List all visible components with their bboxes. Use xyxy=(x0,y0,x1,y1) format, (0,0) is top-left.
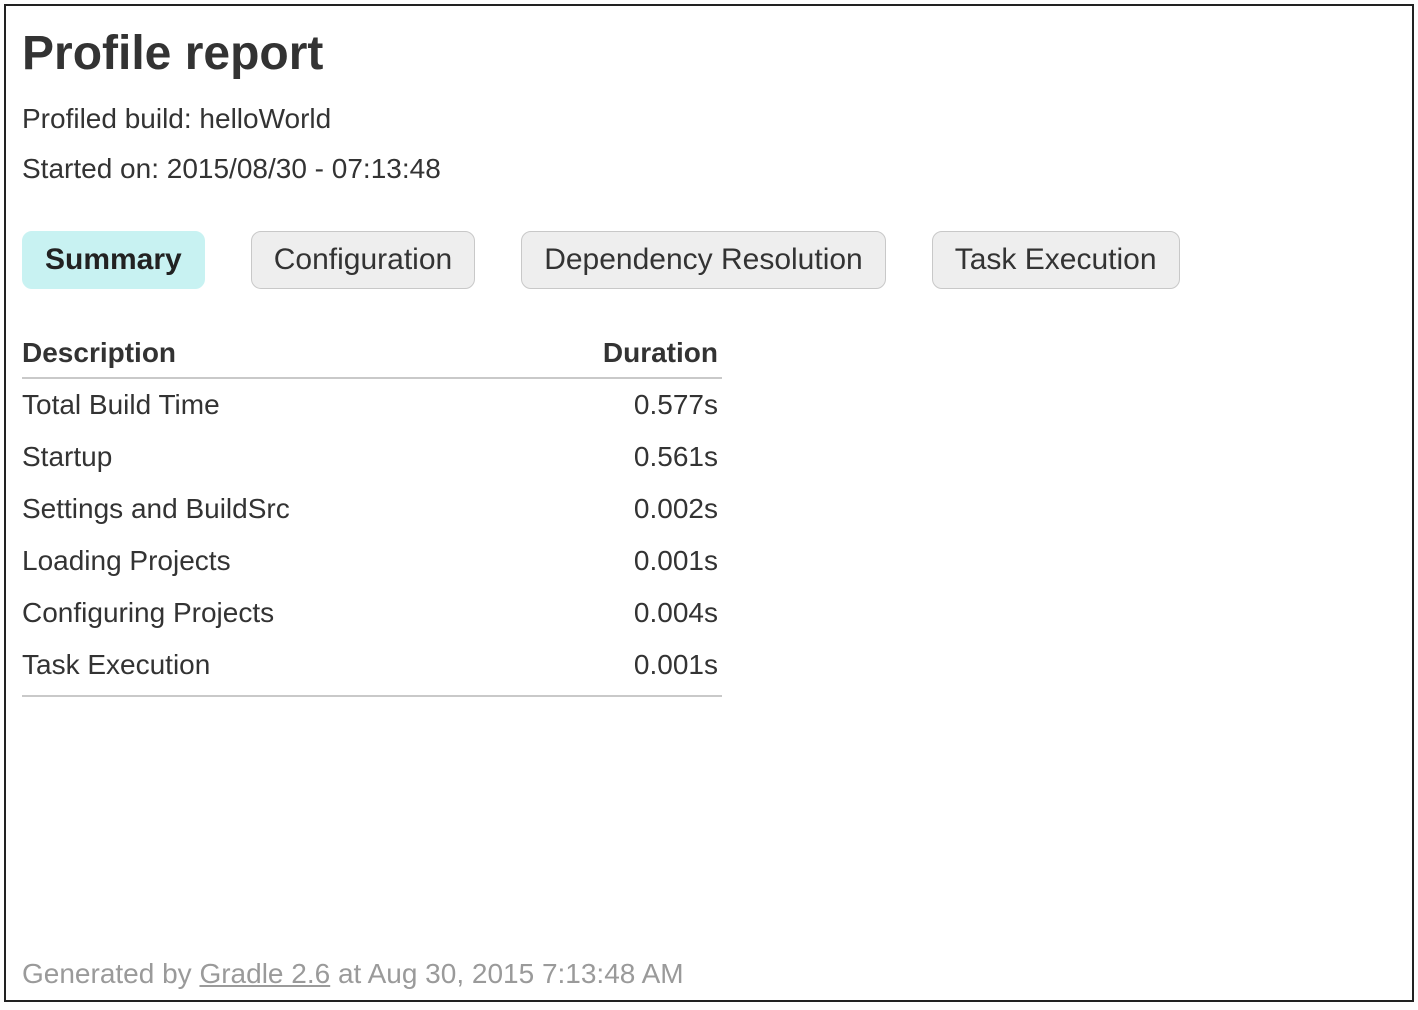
tab-task-execution[interactable]: Task Execution xyxy=(932,231,1180,289)
report-frame: Profile report Profiled build: helloWorl… xyxy=(4,4,1414,1002)
table-row: Configuring Projects 0.004s xyxy=(22,587,722,639)
table-row: Startup 0.561s xyxy=(22,431,722,483)
page-title: Profile report xyxy=(22,26,1396,81)
table-row: Task Execution 0.001s xyxy=(22,639,722,696)
cell-description: Loading Projects xyxy=(22,535,509,587)
cell-duration: 0.577s xyxy=(509,378,722,431)
col-header-description: Description xyxy=(22,331,509,378)
tab-dependency-resolution[interactable]: Dependency Resolution xyxy=(521,231,886,289)
tab-configuration[interactable]: Configuration xyxy=(251,231,475,289)
cell-duration: 0.002s xyxy=(509,483,722,535)
footer-suffix: at Aug 30, 2015 7:13:48 AM xyxy=(330,958,683,989)
tab-bar: Summary Configuration Dependency Resolut… xyxy=(22,231,1396,289)
tab-summary[interactable]: Summary xyxy=(22,231,205,289)
footer-gradle-link[interactable]: Gradle 2.6 xyxy=(199,958,330,989)
cell-description: Startup xyxy=(22,431,509,483)
col-header-duration: Duration xyxy=(509,331,722,378)
table-row: Loading Projects 0.001s xyxy=(22,535,722,587)
cell-description: Task Execution xyxy=(22,639,509,696)
cell-duration: 0.001s xyxy=(509,639,722,696)
cell-description: Settings and BuildSrc xyxy=(22,483,509,535)
started-on-line: Started on: 2015/08/30 - 07:13:48 xyxy=(22,153,1396,185)
cell-duration: 0.561s xyxy=(509,431,722,483)
table-row: Settings and BuildSrc 0.002s xyxy=(22,483,722,535)
table-row: Total Build Time 0.577s xyxy=(22,378,722,431)
cell-description: Configuring Projects xyxy=(22,587,509,639)
footer: Generated by Gradle 2.6 at Aug 30, 2015 … xyxy=(22,958,684,990)
cell-duration: 0.004s xyxy=(509,587,722,639)
footer-prefix: Generated by xyxy=(22,958,199,989)
profiled-build-line: Profiled build: helloWorld xyxy=(22,103,1396,135)
summary-table: Description Duration Total Build Time 0.… xyxy=(22,331,722,697)
cell-duration: 0.001s xyxy=(509,535,722,587)
cell-description: Total Build Time xyxy=(22,378,509,431)
